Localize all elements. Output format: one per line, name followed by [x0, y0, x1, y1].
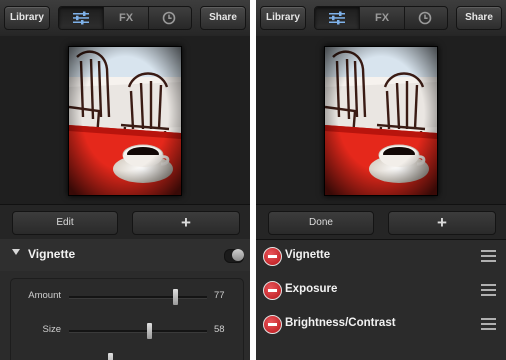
- vignette-section-header[interactable]: Vignette: [0, 239, 250, 271]
- adjust-tab[interactable]: [315, 7, 359, 29]
- slider-label: Size: [42, 324, 61, 335]
- edit-button[interactable]: Edit: [12, 211, 118, 235]
- image-canvas: [256, 36, 506, 204]
- vignette-title: Vignette: [28, 247, 76, 261]
- photo-preview: [324, 46, 438, 196]
- fx-tab[interactable]: FX: [359, 7, 405, 29]
- slider-thumb[interactable]: [173, 289, 179, 305]
- share-button[interactable]: Share: [200, 6, 246, 30]
- mode-segmented-control: FX: [58, 6, 192, 30]
- action-bar: Done +: [256, 204, 506, 240]
- add-adjustment-button[interactable]: +: [388, 211, 496, 235]
- remove-icon[interactable]: [263, 247, 282, 266]
- slider-label: Amount: [28, 290, 61, 301]
- list-item-exposure[interactable]: Exposure: [256, 273, 506, 307]
- slider-thumb[interactable]: [108, 353, 114, 360]
- clock-icon: [418, 11, 432, 25]
- sliders-icon: [329, 11, 345, 25]
- amount-slider[interactable]: [69, 289, 207, 305]
- photo-preview: [68, 46, 182, 196]
- edit-screen: Library FX Share Edit + Vignette Amount …: [0, 0, 250, 360]
- add-adjustment-button[interactable]: +: [132, 211, 240, 235]
- action-bar: Edit +: [0, 204, 250, 240]
- image-canvas: [0, 36, 250, 204]
- fx-tab[interactable]: FX: [103, 7, 149, 29]
- top-toolbar: Library FX Share: [0, 0, 250, 37]
- size-slider-row: Size 58: [11, 321, 243, 341]
- list-item-vignette[interactable]: Vignette: [256, 239, 506, 273]
- slider-value: 58: [214, 324, 225, 335]
- adjustment-label: Vignette: [285, 249, 331, 261]
- size-slider[interactable]: [69, 323, 207, 339]
- list-item-brightness-contrast[interactable]: Brightness/Contrast: [256, 307, 506, 341]
- slider-thumb[interactable]: [147, 323, 153, 339]
- adjust-tab[interactable]: [59, 7, 103, 29]
- library-button[interactable]: Library: [260, 6, 306, 30]
- third-slider-row: [11, 351, 243, 360]
- vignette-sliders: Amount 77 Size 58: [10, 278, 244, 360]
- sliders-icon: [73, 11, 89, 25]
- reorder-handle-icon[interactable]: [481, 284, 496, 296]
- share-button[interactable]: Share: [456, 6, 502, 30]
- adjustments-list-screen: Library FX Share Done + Vignette Exposur…: [256, 0, 506, 360]
- adjustment-label: Exposure: [285, 283, 338, 295]
- history-tab[interactable]: [403, 7, 447, 29]
- reorder-handle-icon[interactable]: [481, 250, 496, 262]
- remove-icon[interactable]: [263, 281, 282, 300]
- vignette-toggle[interactable]: [224, 249, 244, 263]
- done-button[interactable]: Done: [268, 211, 374, 235]
- remove-icon[interactable]: [263, 315, 282, 334]
- top-toolbar: Library FX Share: [256, 0, 506, 37]
- disclosure-triangle-icon[interactable]: [12, 249, 20, 255]
- clock-icon: [162, 11, 176, 25]
- history-tab[interactable]: [147, 7, 191, 29]
- slider-value: 77: [214, 290, 225, 301]
- amount-slider-row: Amount 77: [11, 287, 243, 307]
- toggle-knob[interactable]: [232, 249, 244, 261]
- library-button[interactable]: Library: [4, 6, 50, 30]
- mode-segmented-control: FX: [314, 6, 448, 30]
- reorder-handle-icon[interactable]: [481, 318, 496, 330]
- adjustment-label: Brightness/Contrast: [285, 317, 396, 329]
